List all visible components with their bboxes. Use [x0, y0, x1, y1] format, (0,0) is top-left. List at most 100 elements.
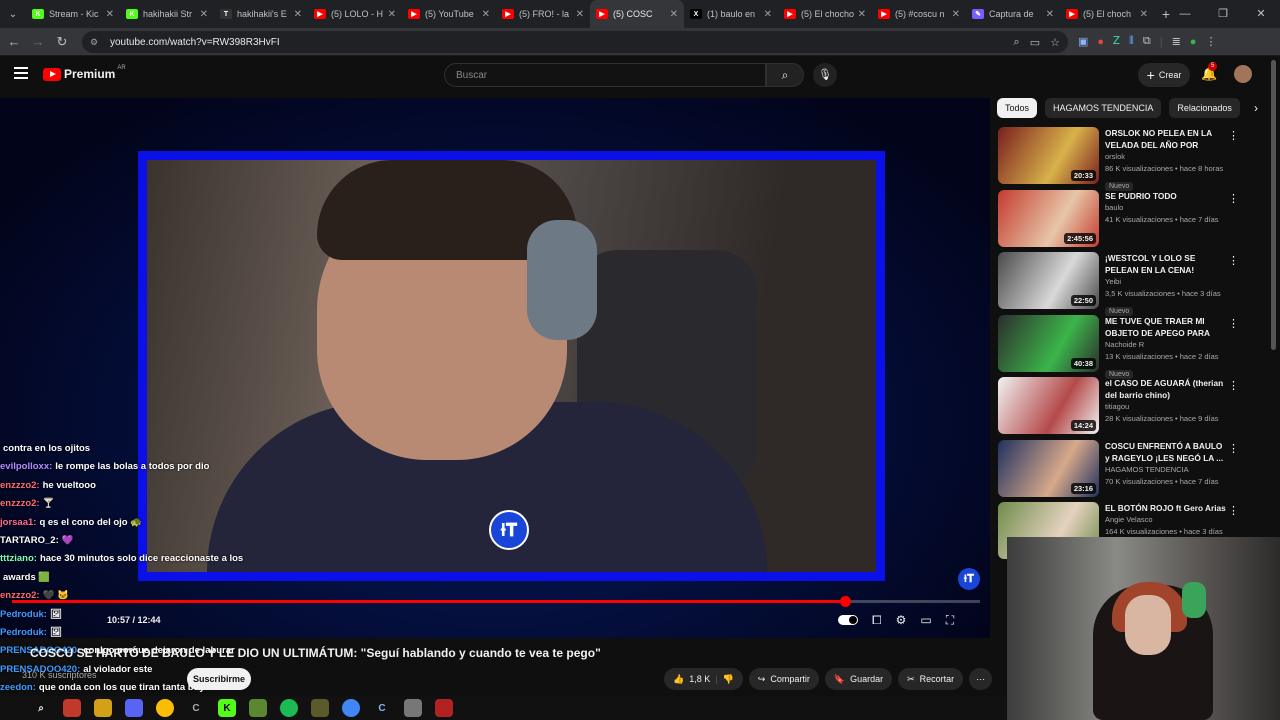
browser-tab[interactable]: K Stream - Kic ✕ [26, 0, 120, 28]
recommended-video[interactable]: 2:45:56 SE PUDRIO TODO baulo 41 K visualiza… [998, 189, 1248, 253]
video-thumbnail[interactable]: 20:33 [998, 127, 1099, 184]
site-info-icon[interactable]: ⚙ [90, 37, 102, 48]
browser-menu-icon[interactable]: ⋮ [1205, 35, 1216, 48]
fullscreen-icon[interactable]: ⛶ [946, 613, 954, 628]
channel-name[interactable]: Yeibi [1105, 276, 1227, 288]
close-tab-icon[interactable]: ✕ [482, 9, 490, 20]
obs-icon[interactable] [311, 699, 329, 717]
app-icon[interactable]: C [373, 699, 391, 717]
video-thumbnail[interactable]: 40:38 [998, 314, 1099, 372]
close-tab-icon[interactable]: ✕ [200, 9, 208, 20]
browser-tab[interactable]: ▶ (5) El choch ✕ [1060, 0, 1154, 28]
channel-name[interactable]: HAGAMOS TENDENCIA [1105, 464, 1227, 476]
video-title[interactable]: SE PUDRIO TODO [1105, 190, 1227, 202]
extension-icon[interactable]: ● [1097, 36, 1104, 48]
clip-button[interactable]: ✂ Recortar [898, 668, 964, 690]
close-tab-icon[interactable]: ✕ [1046, 9, 1054, 20]
more-vert-icon[interactable]: ⋮ [1228, 317, 1239, 330]
omnibox[interactable]: ⚙ youtube.com/watch?v=RW398R3HvFI ⌕ ▭ ☆ [82, 31, 1068, 53]
search-icon[interactable]: ⌕ [32, 699, 50, 717]
channel-name[interactable]: baulo [1105, 202, 1227, 214]
close-tab-icon[interactable]: ✕ [294, 9, 302, 20]
maximize-icon[interactable]: ❐ [1204, 0, 1242, 28]
video-thumbnail[interactable]: 2:45:56 [998, 189, 1099, 247]
thumbs-down-icon[interactable]: 👎 [723, 674, 734, 685]
share-button[interactable]: ↪ Compartir [748, 668, 819, 690]
close-tab-icon[interactable]: ✕ [576, 9, 584, 20]
more-vert-icon[interactable]: ⋮ [1228, 192, 1239, 205]
zoom-icon[interactable]: ⌕ [1014, 36, 1020, 49]
app-icon[interactable]: C [187, 699, 205, 717]
avatar[interactable] [1234, 65, 1252, 83]
channel-name[interactable]: titiagou [1105, 401, 1227, 413]
browser-tab[interactable]: ▶ (5) FRO! - la ✕ [496, 0, 590, 28]
recommended-video[interactable]: 14:24 el CASO DE AGUARÁ (therian del barr… [998, 377, 1248, 440]
minecraft-icon[interactable] [249, 699, 267, 717]
app-icon[interactable] [435, 699, 453, 717]
chrome-icon[interactable] [156, 699, 174, 717]
browser-tab[interactable]: Thakihakii's E ✕ [214, 0, 308, 28]
reading-list-icon[interactable]: ≣ [1172, 35, 1181, 48]
close-tab-icon[interactable]: ✕ [764, 9, 772, 20]
channel-watermark[interactable]: Ɨ𝐓 [958, 568, 980, 590]
more-vert-icon[interactable]: ⋮ [1228, 379, 1239, 392]
chip-todos[interactable]: Todos [997, 98, 1038, 118]
spotify-icon[interactable] [280, 699, 298, 717]
page-scrollbar[interactable] [1271, 60, 1276, 350]
chrome-icon[interactable] [342, 699, 360, 717]
notifications-button[interactable]: 🔔 5 [1201, 62, 1218, 82]
close-tab-icon[interactable]: ✕ [952, 9, 960, 20]
video-thumbnail[interactable]: 23:16 [998, 439, 1099, 497]
channel-name[interactable]: Nachoide R [1105, 339, 1227, 351]
video-title[interactable]: ¡WESTCOL Y LOLO SE PELEAN EN LA CENA! [1105, 252, 1227, 276]
browser-tab[interactable]: ▶ (5) YouTube ✕ [402, 0, 496, 28]
back-icon[interactable]: ← [2, 34, 26, 49]
app-icon[interactable] [125, 699, 143, 717]
extension-icon[interactable]: ⦀ [1129, 35, 1134, 48]
video-title[interactable]: EL BOTÓN ROJO ft Gero Arias [1105, 502, 1227, 514]
more-vert-icon[interactable]: ⋮ [1228, 442, 1239, 455]
extension-icon[interactable]: Ꮓ [1113, 35, 1120, 48]
close-tab-icon[interactable]: ✕ [670, 9, 678, 20]
extension-icon[interactable]: ▣ [1078, 35, 1088, 48]
search-input[interactable]: Buscar [444, 63, 766, 87]
recommended-video[interactable]: 40:38 ME TUVE QUE TRAER MI OBJETO DE APEG… [998, 314, 1248, 379]
miniplayer-icon[interactable]: ▭ [920, 613, 931, 628]
seek-bar[interactable] [12, 596, 980, 607]
browser-tab[interactable]: ▶ (5) #coscu n ✕ [872, 0, 966, 28]
bookmark-star-icon[interactable]: ☆ [1050, 36, 1060, 49]
more-vert-icon[interactable]: ⋮ [1228, 504, 1239, 517]
chevron-right-icon[interactable]: › [1254, 101, 1258, 115]
recommended-video[interactable]: 22:50 ¡WESTCOL Y LOLO SE PELEAN EN LA CEN… [998, 252, 1248, 316]
profile-icon[interactable]: ● [1190, 36, 1197, 48]
video-title[interactable]: ORSLOK NO PELEA EN LA VELADA DEL AÑO POR… [1105, 127, 1227, 151]
more-actions-button[interactable]: ⋯ [969, 668, 993, 690]
close-tab-icon[interactable]: ✕ [858, 9, 866, 20]
browser-tab[interactable]: ▶ (5) LOLO - H ✕ [308, 0, 402, 28]
subscribe-button[interactable]: Suscribirme [187, 668, 251, 690]
close-tab-icon[interactable]: ✕ [1140, 9, 1148, 20]
subtitles-icon[interactable]: ⧠ [872, 613, 882, 628]
more-vert-icon[interactable]: ⋮ [1228, 254, 1239, 267]
more-vert-icon[interactable]: ⋮ [1228, 129, 1239, 142]
browser-tab[interactable]: ▶ (5) El chocho ✕ [778, 0, 872, 28]
video-thumbnail[interactable]: 22:50 [998, 252, 1099, 309]
close-window-icon[interactable]: ✕ [1242, 0, 1280, 28]
like-button[interactable]: 👍 1,8 K | 👎 [664, 668, 743, 690]
app-icon[interactable] [404, 699, 422, 717]
minimize-icon[interactable]: — [1166, 0, 1204, 28]
close-tab-icon[interactable]: ✕ [388, 9, 396, 20]
kick-icon[interactable]: K [218, 699, 236, 717]
extensions-puzzle-icon[interactable]: ⧉ [1143, 35, 1151, 48]
youtube-logo[interactable]: Premium AR [43, 65, 126, 81]
menu-icon[interactable] [14, 67, 28, 79]
browser-tab[interactable]: X (1) baulo en ✕ [684, 0, 778, 28]
channel-name[interactable]: Angie Velasco [1105, 514, 1227, 526]
reload-icon[interactable]: ↻ [50, 34, 74, 50]
folder-icon[interactable] [94, 699, 112, 717]
chip-related[interactable]: Relacionados [1169, 98, 1240, 118]
save-button[interactable]: 🔖 Guardar [824, 668, 893, 690]
search-button[interactable]: ⌕ [766, 63, 804, 87]
app-icon[interactable] [63, 699, 81, 717]
tab-search-icon[interactable]: ⌄ [0, 0, 26, 28]
